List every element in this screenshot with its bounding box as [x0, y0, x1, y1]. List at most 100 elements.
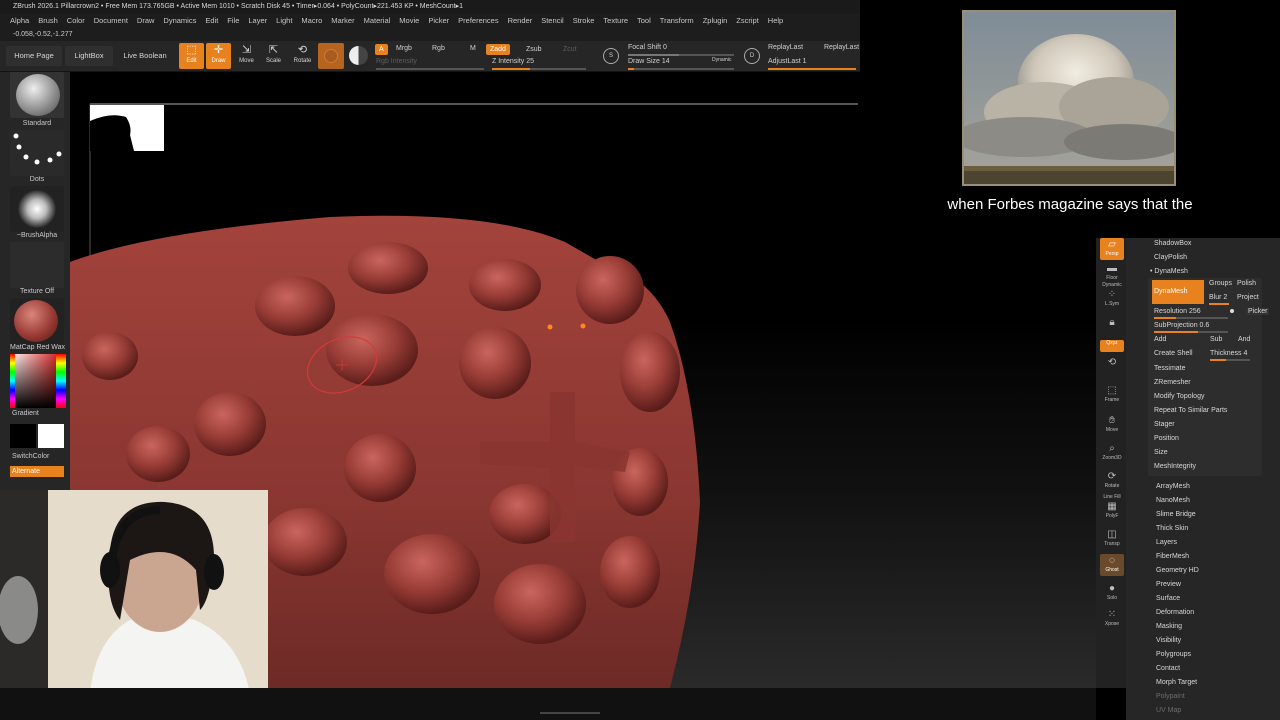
floor-button[interactable]: ▬ Floor: [1100, 262, 1124, 284]
project-toggle[interactable]: Project: [1237, 294, 1259, 301]
live-boolean-button[interactable]: Live Boolean: [116, 46, 174, 66]
polyf-button[interactable]: Line Fill ▦ PolyF: [1100, 494, 1124, 520]
z-intensity-track[interactable]: [492, 68, 586, 70]
zcut-button[interactable]: Zcut: [563, 46, 577, 53]
position-button[interactable]: Position: [1154, 435, 1179, 442]
zremesher-button[interactable]: ZRemesher: [1154, 379, 1191, 386]
menu-item-edit[interactable]: Edit: [205, 16, 218, 25]
color-picker[interactable]: [10, 354, 66, 408]
menu-item-stencil[interactable]: Stencil: [541, 16, 564, 25]
menu-item-stroke[interactable]: Stroke: [573, 16, 595, 25]
texture-slot[interactable]: [10, 242, 64, 288]
qxyz-button[interactable]: Qxyz: [1100, 340, 1124, 352]
menu-item-movie[interactable]: Movie: [399, 16, 419, 25]
section-visibility[interactable]: Visibility: [1156, 637, 1181, 644]
meshintegrity-button[interactable]: MeshIntegrity: [1154, 463, 1196, 470]
resolution-track[interactable]: [1154, 317, 1228, 319]
rgb-button[interactable]: Rgb: [432, 45, 445, 52]
section-arraymesh[interactable]: ArrayMesh: [1156, 483, 1190, 490]
xpose-button[interactable]: ⁙ Xpose: [1100, 608, 1124, 630]
move-button[interactable]: ⇲ Move: [234, 43, 259, 69]
section-morph-target[interactable]: Morph Target: [1156, 679, 1197, 686]
thickness-track[interactable]: [1210, 359, 1250, 361]
focal-shift-track[interactable]: [628, 54, 734, 56]
brush-mode-icon[interactable]: [349, 46, 368, 65]
menu-item-draw[interactable]: Draw: [137, 16, 155, 25]
and-button[interactable]: And: [1238, 336, 1250, 343]
secondary-color-swatch[interactable]: [38, 424, 64, 448]
size-button[interactable]: Size: [1154, 449, 1168, 456]
solo-button[interactable]: ● Solo: [1100, 582, 1124, 604]
subprojection-slider[interactable]: SubProjection 0.6: [1154, 322, 1209, 329]
main-color-swatch[interactable]: [10, 424, 36, 448]
brush-slot[interactable]: [10, 72, 64, 118]
z-intensity-slider[interactable]: Z Intensity 25: [492, 58, 534, 65]
edit-button[interactable]: ⬚ Edit: [179, 43, 204, 69]
alternate-button[interactable]: Alternate: [10, 466, 64, 477]
section-nanomesh[interactable]: NanoMesh: [1156, 497, 1190, 504]
lsym-button[interactable]: Dynamic ⁘ L.Sym: [1100, 282, 1124, 307]
polish-toggle[interactable]: Polish: [1237, 280, 1256, 287]
draw-button[interactable]: ✛ Draw: [206, 43, 231, 69]
menu-item-tool[interactable]: Tool: [637, 16, 651, 25]
menu-item-render[interactable]: Render: [508, 16, 533, 25]
modify-topology-button[interactable]: Modify Topology: [1154, 393, 1204, 400]
menu-item-texture[interactable]: Texture: [603, 16, 628, 25]
rotate-view-button[interactable]: ⟳ Rotate: [1100, 470, 1124, 492]
section-geometry-hd[interactable]: Geometry HD: [1156, 567, 1199, 574]
add-button[interactable]: Add: [1154, 336, 1166, 343]
section-contact[interactable]: Contact: [1156, 665, 1180, 672]
zoom3d-button[interactable]: ⌕ Zoom3D: [1100, 442, 1124, 464]
section-layers[interactable]: Layers: [1156, 539, 1177, 546]
alpha-slot[interactable]: [10, 186, 64, 232]
menu-item-macro[interactable]: Macro: [301, 16, 322, 25]
ghost-button[interactable]: ◌ Ghost: [1100, 554, 1124, 576]
resolution-slider[interactable]: Resolution 256: [1154, 308, 1201, 315]
dynamesh-button[interactable]: DynaMesh: [1152, 280, 1204, 304]
menu-item-color[interactable]: Color: [67, 16, 85, 25]
section-fibermesh[interactable]: FiberMesh: [1156, 553, 1189, 560]
replay-last-button[interactable]: ReplayLast: [768, 44, 803, 51]
bottom-scroll-handle[interactable]: [540, 712, 600, 714]
thickness-slider[interactable]: Thickness 4: [1210, 350, 1247, 357]
draw-size-slider[interactable]: Draw Size 14: [628, 58, 670, 65]
section-thick-skin[interactable]: Thick Skin: [1156, 525, 1188, 532]
zadd-button[interactable]: Zadd: [486, 44, 510, 55]
menu-item-dynamics[interactable]: Dynamics: [163, 16, 196, 25]
stroke-slot[interactable]: [10, 130, 64, 176]
claypolish-button[interactable]: ClayPolish: [1154, 254, 1187, 261]
menu-item-file[interactable]: File: [227, 16, 239, 25]
stager-button[interactable]: Stager: [1154, 421, 1175, 428]
repeat-similar-button[interactable]: Repeat To Similar Parts: [1154, 407, 1227, 414]
blur-slider[interactable]: Blur 2: [1209, 294, 1227, 301]
subprojection-track[interactable]: [1154, 331, 1228, 333]
persp-button[interactable]: ▱ Persp: [1100, 238, 1124, 260]
create-shell-button[interactable]: Create Shell: [1154, 350, 1193, 357]
hue-strip-right[interactable]: [56, 354, 66, 408]
dynamesh-section-header[interactable]: • DynaMesh: [1150, 268, 1188, 275]
frame-button[interactable]: ⬚ Frame: [1100, 384, 1124, 406]
menu-item-picker[interactable]: Picker: [428, 16, 449, 25]
home-page-button[interactable]: Home Page: [6, 46, 62, 66]
hue-strip[interactable]: [10, 354, 15, 408]
section-polypaint[interactable]: Polypaint: [1156, 693, 1185, 700]
menu-item-brush[interactable]: Brush: [38, 16, 58, 25]
material-slot[interactable]: [10, 298, 64, 344]
rotate-button[interactable]: ⟲ Rotate: [290, 43, 315, 69]
section-preview[interactable]: Preview: [1156, 581, 1181, 588]
lock-button[interactable]: 🔒︎: [1100, 316, 1124, 338]
m-button[interactable]: M: [470, 45, 476, 52]
menu-item-preferences[interactable]: Preferences: [458, 16, 498, 25]
sub-button[interactable]: Sub: [1210, 336, 1222, 343]
menu-item-material[interactable]: Material: [364, 16, 391, 25]
focal-shift-slider[interactable]: Focal Shift 0: [628, 44, 667, 51]
menu-item-document[interactable]: Document: [94, 16, 128, 25]
section-deformation[interactable]: Deformation: [1156, 609, 1194, 616]
picker-button[interactable]: Picker: [1246, 308, 1270, 315]
menu-item-light[interactable]: Light: [276, 16, 292, 25]
a-toggle[interactable]: A: [375, 44, 388, 55]
dynamic-toggle[interactable]: Dynamic: [712, 57, 731, 63]
zsub-button[interactable]: Zsub: [526, 46, 542, 53]
menu-item-transform[interactable]: Transform: [660, 16, 694, 25]
draw-size-track[interactable]: [628, 68, 734, 70]
